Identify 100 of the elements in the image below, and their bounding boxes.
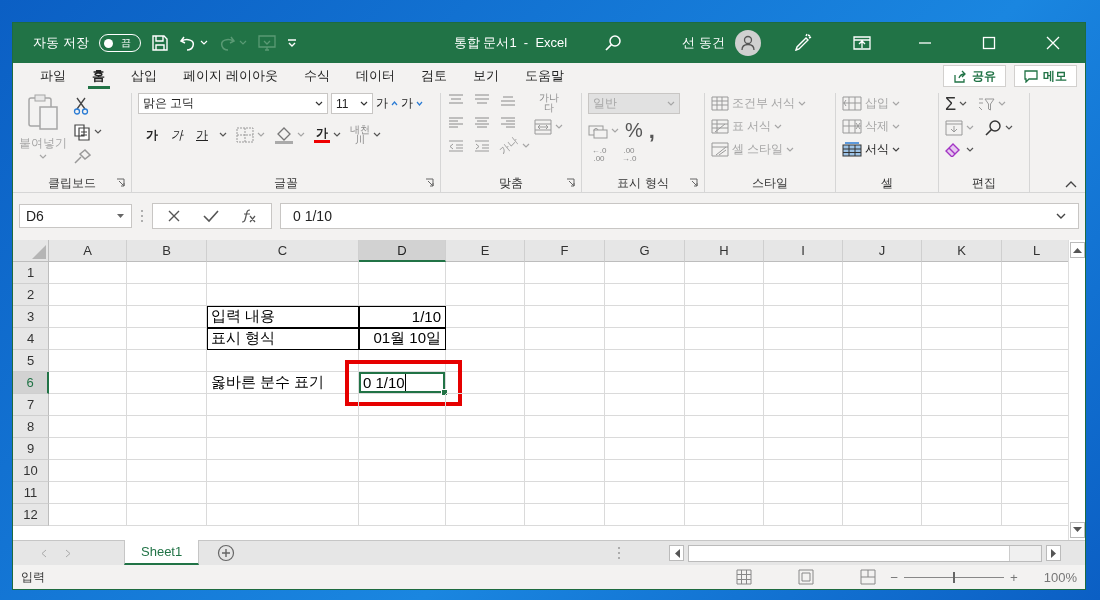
dialog-launcher-icon[interactable] <box>425 178 434 187</box>
column-header[interactable]: E <box>446 240 525 262</box>
shrink-font-button[interactable]: 가 <box>401 95 423 112</box>
undo-icon[interactable] <box>178 34 197 52</box>
font-color-button[interactable]: 가 <box>314 127 330 143</box>
close-icon[interactable] <box>1045 35 1061 51</box>
font-name-field[interactable]: 맑은 고딕 <box>138 93 328 114</box>
formula-field[interactable]: 0 1/10 <box>280 203 1079 229</box>
expand-icon[interactable] <box>1056 212 1066 220</box>
row-header[interactable]: 8 <box>13 416 49 438</box>
underline-button[interactable]: 가 <box>194 126 210 144</box>
enter-icon[interactable] <box>203 209 219 223</box>
search-icon[interactable] <box>604 34 623 52</box>
column-header[interactable]: L <box>1002 240 1068 262</box>
cancel-icon[interactable] <box>167 209 181 223</box>
zoom-in-button[interactable]: + <box>1009 569 1018 585</box>
row-header[interactable]: 12 <box>13 504 49 526</box>
normal-view-icon[interactable] <box>736 569 753 585</box>
search-icon[interactable] <box>984 119 1002 137</box>
avatar-icon[interactable] <box>735 30 761 56</box>
row-header[interactable]: 6 <box>13 372 49 394</box>
grow-font-button[interactable]: 가 <box>376 95 398 112</box>
scroll-left-icon[interactable] <box>673 548 680 558</box>
cut-icon[interactable] <box>73 97 89 115</box>
scroll-down-icon[interactable] <box>1073 527 1082 533</box>
column-header[interactable]: C <box>207 240 359 262</box>
maximize-icon[interactable] <box>981 35 997 51</box>
ribbon-tab[interactable]: 페이지 레이아웃 <box>170 63 291 89</box>
zoom-level[interactable]: 100% <box>1043 569 1077 585</box>
caret-icon[interactable] <box>1005 125 1013 131</box>
share-button[interactable]: 공유 <box>943 65 1006 87</box>
cells-menu-button[interactable]: 서식 <box>842 141 932 158</box>
dialog-launcher-icon[interactable] <box>689 178 698 187</box>
caret-icon[interactable] <box>315 100 323 107</box>
save-icon[interactable] <box>150 34 169 52</box>
scroll-right-icon[interactable] <box>1050 548 1057 558</box>
percent-button[interactable]: % <box>625 119 643 142</box>
caret-icon[interactable] <box>892 146 900 153</box>
column-header[interactable]: D <box>359 240 446 262</box>
row-header[interactable]: 2 <box>13 284 49 306</box>
column-header[interactable]: A <box>49 240 127 262</box>
fill-handle[interactable] <box>441 389 448 396</box>
add-sheet-icon[interactable] <box>217 544 236 562</box>
ribbon-tab[interactable]: 보기 <box>459 63 512 89</box>
caret-icon[interactable] <box>360 100 368 107</box>
column-header[interactable]: K <box>922 240 1002 262</box>
autosum-button[interactable]: Σ <box>945 95 957 113</box>
caret-icon[interactable] <box>966 147 974 153</box>
scroll-up-icon[interactable] <box>1073 247 1082 253</box>
row-header[interactable]: 3 <box>13 306 49 328</box>
zoom-slider-thumb[interactable] <box>952 571 955 583</box>
page-layout-icon[interactable] <box>798 569 815 585</box>
caret-icon[interactable] <box>373 132 381 138</box>
fill-color-icon[interactable] <box>274 126 294 144</box>
ribbon-tab[interactable]: 검토 <box>407 63 460 89</box>
sort-filter-icon[interactable] <box>977 96 996 112</box>
zoom-out-button[interactable]: − <box>890 569 898 585</box>
pen-icon[interactable] <box>793 33 813 53</box>
dialog-launcher-icon[interactable] <box>116 178 125 187</box>
comments-button[interactable]: 메모 <box>1014 65 1077 87</box>
dialog-launcher-icon[interactable] <box>566 178 575 187</box>
format-painter-icon[interactable] <box>73 149 91 165</box>
row-header[interactable]: 10 <box>13 460 49 482</box>
italic-button[interactable]: 가 <box>169 126 185 144</box>
row-header[interactable]: 11 <box>13 482 49 504</box>
row-header[interactable]: 4 <box>13 328 49 350</box>
row-header[interactable]: 7 <box>13 394 49 416</box>
copy-icon[interactable] <box>73 123 91 141</box>
merge-center-icon[interactable] <box>534 119 552 135</box>
ribbon-tab[interactable]: 수식 <box>290 63 343 89</box>
caret-icon[interactable] <box>959 101 968 107</box>
ribbon-tab[interactable]: 도움말 <box>511 63 577 89</box>
customize-icon[interactable] <box>286 38 297 48</box>
vertical-scrollbar[interactable] <box>1068 240 1085 540</box>
insert-function-icon[interactable] <box>241 209 257 223</box>
row-header[interactable]: 9 <box>13 438 49 460</box>
collapse-ribbon-icon[interactable] <box>1065 180 1077 188</box>
row-header[interactable]: 5 <box>13 350 49 372</box>
row-header[interactable]: 1 <box>13 262 49 284</box>
horizontal-scrollbar[interactable] <box>688 544 1042 562</box>
bold-button[interactable]: 가 <box>144 126 160 144</box>
ribbon-tab[interactable]: 파일 <box>27 63 79 89</box>
column-header[interactable]: H <box>685 240 764 262</box>
ribbon-display-icon[interactable] <box>853 36 871 50</box>
caret-icon[interactable] <box>94 129 102 135</box>
fill-down-icon[interactable] <box>945 120 963 136</box>
column-header[interactable]: B <box>127 240 207 262</box>
ribbon-tab[interactable]: 삽입 <box>118 63 170 89</box>
ribbon-tab[interactable]: 데이터 <box>342 63 408 89</box>
increase-decimal-button[interactable]: ←.0 .00 <box>588 147 610 163</box>
sheet-tab[interactable]: Sheet1 <box>124 540 200 565</box>
caret-icon[interactable] <box>219 132 227 138</box>
ribbon-tab[interactable]: 홈 <box>79 63 118 89</box>
caret-icon[interactable] <box>333 132 341 138</box>
column-header[interactable]: F <box>525 240 605 262</box>
name-box[interactable]: D6 <box>19 204 132 228</box>
column-header[interactable]: G <box>605 240 685 262</box>
page-break-icon[interactable] <box>860 569 877 585</box>
column-header[interactable]: I <box>764 240 843 262</box>
column-header[interactable]: J <box>843 240 922 262</box>
